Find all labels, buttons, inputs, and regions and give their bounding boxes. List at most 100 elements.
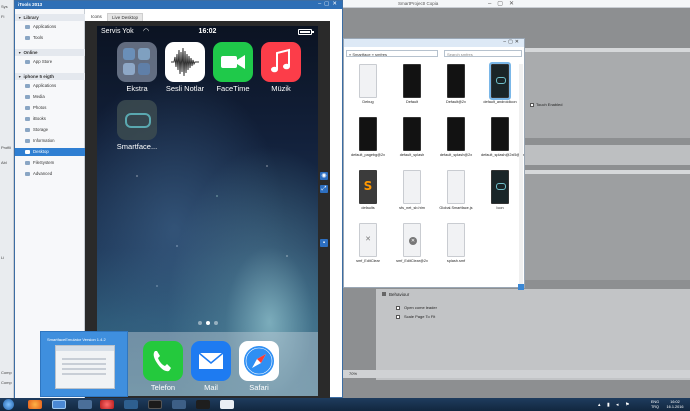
- taskbar-clock[interactable]: 16:02 16.1.2016: [664, 400, 686, 409]
- app-taskbar-icon[interactable]: [124, 400, 138, 409]
- explorer-window-controls[interactable]: –▢✕: [503, 39, 521, 45]
- sidebar-section-header[interactable]: ▼ Online: [15, 49, 85, 56]
- start-button-icon[interactable]: [3, 399, 14, 410]
- tray-arrow-icon[interactable]: ▴: [598, 402, 601, 408]
- sidebar-item-filesystem[interactable]: FileSystem: [15, 159, 85, 167]
- language-indicator[interactable]: ENG TRQ: [648, 400, 662, 409]
- page-indicator[interactable]: [97, 321, 318, 327]
- smartface-taskbar-icon[interactable]: [78, 400, 92, 409]
- document-icon: [359, 64, 377, 98]
- sidebar-item-desktop[interactable]: Desktop: [15, 148, 85, 156]
- explorer-taskbar-icon[interactable]: [172, 400, 186, 409]
- iphone-screen[interactable]: Servis Yok ◠ 16:02 Ekstra Sesli Notlar F…: [97, 26, 318, 396]
- chrome-icon[interactable]: [100, 400, 114, 409]
- sidebar-item-label: Advanced: [33, 171, 53, 176]
- ide-statusbar: 70%: [343, 370, 690, 378]
- sidebar-section-header[interactable]: ▼ Library: [15, 14, 85, 21]
- screenshot-camera-icon[interactable]: ◉: [320, 172, 328, 180]
- strip-label: Comp: [1, 370, 12, 375]
- sidebar-item-app-store[interactable]: App Store: [15, 58, 85, 66]
- app-mail[interactable]: Mail: [187, 341, 235, 396]
- image-file-icon: [403, 117, 421, 151]
- terminal-taskbar-icon[interactable]: [148, 400, 162, 409]
- behaviour-option[interactable]: Scale Page To Fit: [396, 314, 435, 319]
- file-item[interactable]: Global.Smartface.js: [437, 170, 475, 216]
- option-checkbox[interactable]: [396, 305, 400, 310]
- option-label: Scale Page To Fit: [404, 314, 436, 319]
- ide-window-controls[interactable]: –▢✕: [488, 0, 520, 7]
- file-item[interactable]: default_splash@2xi5@2x: [481, 117, 524, 163]
- tab-live-desktop[interactable]: Live Desktop: [107, 13, 144, 21]
- touch-enabled-option[interactable]: Touch Enabled: [530, 102, 562, 107]
- sidebar-item-media[interactable]: Media: [15, 93, 85, 101]
- file-item[interactable]: default_splash: [393, 117, 431, 163]
- app-sesli-notlar[interactable]: Sesli Notlar: [161, 42, 209, 100]
- file-item[interactable]: defaults: [349, 170, 387, 216]
- tab-icons[interactable]: Icons: [87, 13, 106, 21]
- background-left-strip: Sys Fi Profili Abl Li Comp Comp: [0, 0, 14, 398]
- sidebar-item-tools[interactable]: Tools: [15, 34, 85, 42]
- app-telefon[interactable]: Telefon: [139, 341, 187, 396]
- file-item[interactable]: smf_EditClear@2x: [393, 223, 431, 269]
- file-item[interactable]: splash.smf: [437, 223, 475, 269]
- sidebar-item-photos[interactable]: Photos: [15, 104, 85, 112]
- envelope-glyph-icon: [198, 352, 224, 369]
- window-titlebar: iTools 2013 –▢✕: [15, 1, 342, 9]
- behaviour-header[interactable]: Behaviour: [382, 292, 409, 297]
- file-item[interactable]: Default@2x: [437, 64, 475, 110]
- page-dot: [197, 321, 202, 325]
- file-name: Default@2x: [446, 100, 466, 104]
- scroll-button[interactable]: [518, 284, 524, 290]
- photos-icon: [25, 106, 30, 110]
- window-title: iTools 2013: [18, 2, 43, 7]
- firefox-icon[interactable]: [28, 400, 42, 409]
- sidebar-item-storage[interactable]: Storage: [15, 126, 85, 134]
- file-item[interactable]: Icon: [481, 170, 519, 216]
- image-file-icon: [403, 64, 421, 98]
- window-controls[interactable]: –▢✕: [318, 1, 340, 7]
- sidebar-item-information[interactable]: Information: [15, 137, 85, 145]
- behaviour-option[interactable]: Open come leader: [396, 305, 437, 310]
- app-smartface[interactable]: Smartface...: [113, 100, 161, 158]
- app-label: Smartface...: [116, 142, 158, 151]
- sidebar-section-header[interactable]: ▼ iphone 5 eigth: [15, 73, 85, 80]
- sidebar-item-applications[interactable]: Applications: [15, 23, 85, 31]
- fullscreen-icon[interactable]: ⤢: [320, 185, 328, 193]
- ios-dock: Telefon Mail Safari: [97, 332, 318, 396]
- itools-taskbar-icon[interactable]: [52, 400, 66, 409]
- media-taskbar-icon[interactable]: [196, 400, 210, 409]
- file-item[interactable]: default_pagebg@2x: [349, 117, 387, 163]
- sidebar-item-ibooks[interactable]: iBooks: [15, 115, 85, 123]
- sidebar-item-advanced[interactable]: Advanced: [15, 170, 85, 178]
- folder-taskbar-icon[interactable]: [220, 400, 234, 409]
- option-checkbox[interactable]: [396, 314, 400, 319]
- network-icon[interactable]: ▮: [607, 402, 610, 408]
- volume-icon[interactable]: ◂: [616, 402, 619, 408]
- app-facetime[interactable]: FaceTime: [209, 42, 257, 100]
- flag-icon[interactable]: ⚑: [625, 402, 629, 408]
- sidebar-item-applications[interactable]: Applications: [15, 82, 85, 90]
- app-ekstra[interactable]: Ekstra: [113, 42, 161, 100]
- app-muzik[interactable]: Müzik: [257, 42, 305, 100]
- folder-icon: [117, 42, 157, 82]
- explorer-search-input[interactable]: Search smfres: [444, 50, 522, 57]
- document-icon: [447, 223, 465, 257]
- file-name: defaults: [361, 206, 375, 210]
- sidebar-item-label: Information: [33, 138, 55, 143]
- file-item[interactable]: default_androidicon: [481, 62, 519, 110]
- file-item[interactable]: default_splash@2x: [437, 117, 475, 163]
- app-label: Safari: [249, 383, 269, 392]
- taskbar-preview-thumbnail[interactable]: SmartfaceEmulator Version 1.4.2: [40, 331, 128, 397]
- explorer-scrollbar[interactable]: [518, 64, 524, 290]
- file-item[interactable]: smf_EditClear: [349, 223, 387, 269]
- explorer-address-bar[interactable]: « Smartface » smfres: [346, 50, 438, 57]
- music-icon: [261, 42, 301, 82]
- app-safari[interactable]: Safari: [235, 341, 283, 396]
- refresh-icon[interactable]: ▪: [320, 239, 328, 247]
- file-item[interactable]: Default: [393, 64, 431, 110]
- sidebar-section-title: iphone 5 eigth: [23, 74, 54, 79]
- file-item[interactable]: Debug: [349, 64, 387, 110]
- file-item[interactable]: sfs_net_sb.htm: [393, 170, 431, 216]
- option-label: Open come leader: [404, 305, 437, 310]
- touch-enabled-checkbox[interactable]: [530, 102, 534, 107]
